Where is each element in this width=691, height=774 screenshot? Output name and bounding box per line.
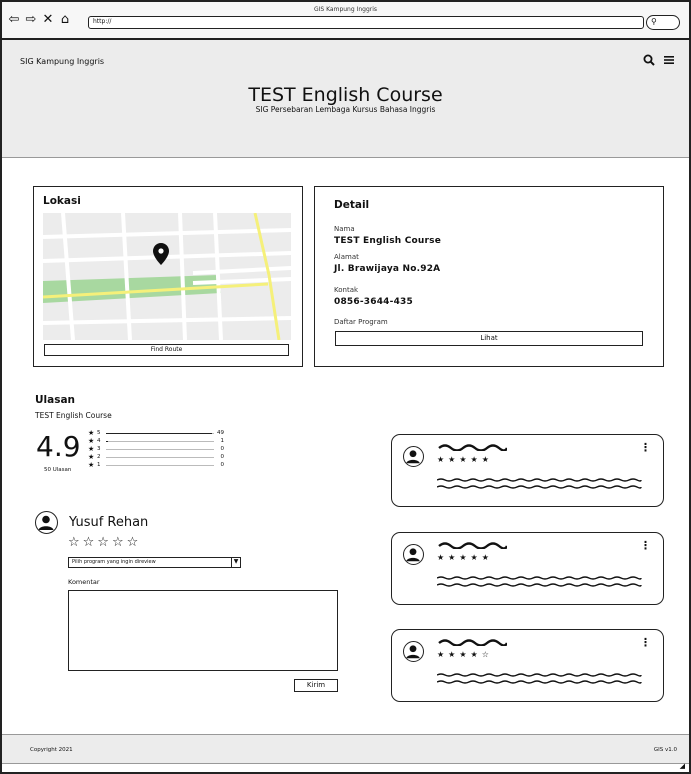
browser-nav: ⇦ ⇨ ✕ ⌂ xyxy=(7,13,72,27)
more-options-icon[interactable]: ⋮ xyxy=(640,540,651,551)
contact-label: Kontak xyxy=(334,286,359,294)
home-icon[interactable]: ⌂ xyxy=(58,13,72,27)
name-value: TEST English Course xyxy=(334,236,442,246)
distribution-bar-fill xyxy=(106,441,109,442)
distribution-bar xyxy=(106,457,214,458)
search-icon[interactable] xyxy=(643,54,655,70)
distribution-row: ★ 3 0 xyxy=(88,445,232,453)
distribution-stars: 5 xyxy=(97,430,101,436)
distribution-stars: 2 xyxy=(97,454,101,460)
distribution-stars: 1 xyxy=(97,462,101,468)
browser-chrome: GIS Kampung Inggris ⇦ ⇨ ✕ ⌂ http:// ⚲ xyxy=(2,2,689,40)
header-icons xyxy=(643,54,675,70)
map-graphic xyxy=(43,213,291,340)
rating-distribution: ★ 5 49 ★ 4 1 ★ 3 0 ★ 2 0 ★ 1 0 xyxy=(88,429,232,469)
program-select[interactable]: Pilih program yang ingin direview ▼ xyxy=(68,557,241,568)
submit-button[interactable]: Kirim xyxy=(294,679,338,692)
review-stars: ★★★★☆ xyxy=(437,650,493,659)
url-bar[interactable]: http:// xyxy=(88,16,644,29)
star-icon: ★ xyxy=(88,429,95,437)
distribution-stars: 3 xyxy=(97,446,101,452)
distribution-row: ★ 2 0 xyxy=(88,453,232,461)
review-text-scribble xyxy=(437,576,642,587)
rating-stars-input[interactable]: ☆☆☆☆☆ xyxy=(68,535,141,550)
review-card: ★★★★☆ ⋮ xyxy=(391,629,664,702)
page-subtitle: SIG Persebaran Lembaga Kursus Bahasa Ing… xyxy=(255,105,436,114)
program-select-value: Pilih program yang ingin direview xyxy=(72,559,156,565)
star-icon: ★ xyxy=(88,453,95,461)
avatar xyxy=(403,544,424,565)
distribution-row: ★ 1 0 xyxy=(88,461,232,469)
comment-label: Komentar xyxy=(68,578,100,586)
distribution-count: 1 xyxy=(220,438,225,444)
review-card: ★★★★★ ⋮ xyxy=(391,434,664,507)
distribution-stars: 4 xyxy=(97,438,101,444)
chevron-down-icon[interactable]: ▼ xyxy=(231,557,240,568)
site-footer: Copyright 2021 GIS v1.0 xyxy=(2,734,689,764)
comment-textarea[interactable] xyxy=(68,590,338,671)
star-icon: ★ xyxy=(88,437,95,445)
review-text-scribble xyxy=(437,478,642,489)
average-rating: 4.9 xyxy=(36,430,81,463)
distribution-count: 0 xyxy=(220,462,225,468)
distribution-bar xyxy=(106,433,214,434)
avatar xyxy=(403,641,424,662)
reviewer-name-scribble xyxy=(438,444,507,451)
brand-link[interactable]: SIG Kampung Inggris xyxy=(20,57,104,66)
review-count: 50 Ulasan xyxy=(44,467,72,473)
version-text: GIS v1.0 xyxy=(653,747,677,753)
address-label: Alamat xyxy=(334,253,359,261)
detail-card: Detail Nama TEST English Course Alamat J… xyxy=(314,186,664,367)
review-card: ★★★★★ ⋮ xyxy=(391,532,664,605)
program-label: Daftar Program xyxy=(334,318,388,326)
reviewer-name-scribble xyxy=(438,639,507,646)
review-stars: ★★★★★ xyxy=(437,455,493,464)
distribution-bar xyxy=(106,449,214,450)
distribution-count: 49 xyxy=(217,430,224,436)
search-icon[interactable]: ⚲ xyxy=(646,15,680,30)
reviewer-name-scribble xyxy=(438,542,507,549)
resize-handle-icon[interactable]: ◢ xyxy=(680,762,685,770)
review-text-scribble xyxy=(437,673,642,684)
window-title: GIS Kampung Inggris xyxy=(313,6,378,13)
find-route-button[interactable]: Find Route xyxy=(44,344,289,356)
distribution-row: ★ 4 1 xyxy=(88,437,232,445)
copyright-text: Copyright 2021 xyxy=(30,747,73,753)
more-options-icon[interactable]: ⋮ xyxy=(640,637,651,648)
user-name: Yusuf Rehan xyxy=(69,515,149,530)
distribution-bar xyxy=(106,465,214,466)
map-view[interactable] xyxy=(43,213,291,340)
name-label: Nama xyxy=(334,225,355,233)
location-heading: Lokasi xyxy=(43,195,81,207)
distribution-row: ★ 5 49 xyxy=(88,429,232,437)
more-options-icon[interactable]: ⋮ xyxy=(640,442,651,453)
address-value: Jl. Brawijaya No.92A xyxy=(334,264,441,274)
avatar xyxy=(35,511,58,534)
distribution-count: 0 xyxy=(220,454,225,460)
distribution-bar-fill xyxy=(106,433,212,434)
forward-arrow-icon[interactable]: ⇨ xyxy=(24,13,38,27)
close-icon[interactable]: ✕ xyxy=(41,13,55,27)
reviews-course-name: TEST English Course xyxy=(35,411,112,420)
site-header: SIG Kampung Inggris TEST English Course … xyxy=(2,40,689,158)
app-frame: GIS Kampung Inggris ⇦ ⇨ ✕ ⌂ http:// ⚲ SI… xyxy=(0,0,691,774)
back-arrow-icon[interactable]: ⇦ xyxy=(7,13,21,27)
star-icon: ★ xyxy=(88,461,95,469)
contact-value: 0856-3644-435 xyxy=(334,297,413,307)
view-programs-button[interactable]: Lihat xyxy=(335,331,643,346)
review-stars: ★★★★★ xyxy=(437,553,493,562)
hamburger-menu-icon[interactable] xyxy=(663,54,675,70)
distribution-count: 0 xyxy=(220,446,225,452)
distribution-bar xyxy=(106,441,214,442)
detail-heading: Detail xyxy=(334,199,370,211)
location-card: Lokasi Find Route xyxy=(33,186,303,367)
star-icon: ★ xyxy=(88,445,95,453)
reviews-heading: Ulasan xyxy=(35,394,76,406)
page-title: TEST English Course xyxy=(248,84,443,106)
avatar xyxy=(403,446,424,467)
